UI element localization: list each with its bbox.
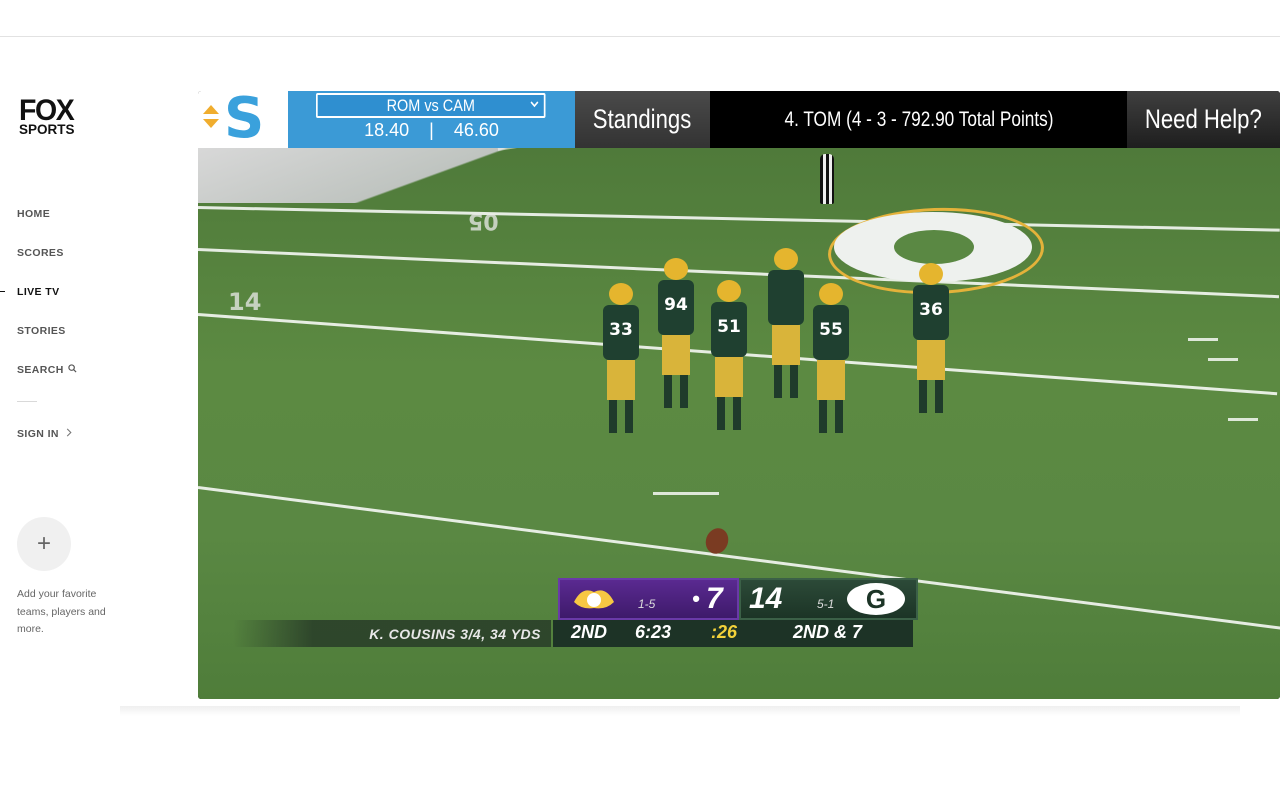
hash-mark bbox=[1188, 338, 1218, 341]
nav-scores[interactable]: SCORES bbox=[17, 233, 77, 272]
nav-home-label: HOME bbox=[17, 207, 51, 220]
standings-label: Standings bbox=[593, 104, 692, 134]
need-help-label: Need Help? bbox=[1145, 104, 1262, 134]
nav-live-tv[interactable]: LIVE TV bbox=[0, 272, 77, 311]
add-favorites-text: Add your favorite teams, players and mor… bbox=[17, 588, 106, 635]
top-bar bbox=[0, 0, 1280, 37]
matchup-panel: ROM vs CAM 18.40 | 46.60 bbox=[288, 91, 575, 148]
nav-search[interactable]: SEARCH bbox=[17, 350, 77, 389]
fox-sports-logo[interactable]: FOX SPORTS bbox=[19, 96, 89, 137]
team-status: 4. TOM (4 - 3 - 792.90 Total Points) bbox=[710, 91, 1127, 148]
extension-logo[interactable]: S bbox=[198, 91, 288, 151]
stat-line: K. COUSINS 3/4, 34 YDS bbox=[233, 620, 551, 647]
nav-live-tv-label: LIVE TV bbox=[17, 285, 60, 298]
logo-line1: FOX bbox=[19, 94, 75, 127]
extension-s-logo-icon: S bbox=[224, 91, 265, 151]
nav-home[interactable]: HOME bbox=[17, 194, 77, 233]
player bbox=[768, 248, 804, 398]
nav-divider bbox=[17, 401, 37, 402]
chevron-down-icon bbox=[530, 97, 539, 111]
need-help-button[interactable]: Need Help? bbox=[1127, 91, 1280, 148]
player: 55 bbox=[813, 283, 849, 433]
quarter: 2ND bbox=[571, 622, 608, 642]
video-player[interactable]: S ROM vs CAM 18.40 | 46.60 Standings 4. … bbox=[198, 91, 1280, 699]
visitor-record: 1-5 bbox=[638, 597, 656, 611]
home-score: 14 bbox=[749, 582, 783, 615]
scorebug: 1-5 • 7 14 5-1 G bbox=[558, 578, 918, 620]
game-clock: 6:23 bbox=[635, 622, 672, 642]
matchup-label: ROM vs CAM bbox=[386, 95, 475, 115]
player: 51 bbox=[711, 280, 747, 430]
yard-line bbox=[198, 206, 1280, 232]
hash-mark bbox=[653, 492, 719, 495]
nav-sign-in-label: SIGN IN bbox=[17, 427, 59, 440]
hash-mark bbox=[1208, 358, 1238, 361]
main-nav: HOME SCORES LIVE TV STORIES SEARCH SIGN … bbox=[0, 194, 77, 453]
player-shadow bbox=[120, 706, 1240, 716]
matchup-score-right: 46.60 bbox=[453, 120, 499, 140]
nav-sign-in[interactable]: SIGN IN bbox=[17, 414, 77, 453]
sidebar: FOX SPORTS HOME SCORES LIVE TV STORIES S… bbox=[0, 36, 196, 716]
home-panel: 14 5-1 G bbox=[739, 578, 918, 620]
player: 36 bbox=[913, 263, 949, 413]
matchup-select[interactable]: ROM vs CAM bbox=[316, 93, 546, 118]
search-icon bbox=[68, 363, 77, 376]
nav-scores-label: SCORES bbox=[17, 246, 64, 259]
plus-icon: + bbox=[36, 530, 51, 557]
visitor-score: 7 bbox=[706, 582, 723, 615]
team-status-text: 4. TOM (4 - 3 - 792.90 Total Points) bbox=[784, 107, 1053, 131]
player: 94 bbox=[658, 258, 694, 408]
referee bbox=[820, 154, 834, 204]
play-clock: :26 bbox=[711, 622, 738, 642]
hash-mark bbox=[1228, 418, 1258, 421]
nav-stories[interactable]: STORIES bbox=[17, 311, 77, 350]
fantasy-extension-bar: S ROM vs CAM 18.40 | 46.60 Standings 4. … bbox=[198, 91, 1280, 151]
standings-button[interactable]: Standings bbox=[575, 91, 710, 148]
vikings-logo-icon bbox=[568, 584, 620, 614]
scorebug-lower: K. COUSINS 3/4, 34 YDS 2ND 6:23 :26 2ND … bbox=[233, 620, 913, 647]
matchup-score-left: 18.40 bbox=[364, 120, 410, 140]
possession-dot: • bbox=[692, 586, 700, 611]
packers-logo-icon: G bbox=[845, 583, 907, 615]
nav-stories-label: STORIES bbox=[17, 324, 66, 337]
home-record: 5-1 bbox=[817, 597, 835, 611]
matchup-score-divider: | bbox=[429, 120, 434, 140]
yard-number: 05 bbox=[468, 208, 499, 233]
matchup-scores: 18.40 | 46.60 bbox=[288, 120, 575, 141]
player-huddle: 33 94 51 55 36 bbox=[583, 238, 949, 488]
swap-arrows-icon[interactable] bbox=[203, 105, 219, 128]
yard-number: 14 bbox=[228, 288, 262, 316]
down-and-distance: 2ND & 7 bbox=[793, 622, 863, 642]
sideline bbox=[497, 148, 1190, 151]
player: 33 bbox=[603, 283, 639, 433]
visitor-panel: 1-5 • 7 bbox=[558, 578, 739, 620]
game-clock-bar: 2ND 6:23 :26 2ND & 7 bbox=[553, 620, 913, 647]
nav-search-label: SEARCH bbox=[17, 363, 64, 376]
chevron-right-icon bbox=[66, 428, 72, 440]
add-favorites-button[interactable]: + bbox=[17, 517, 71, 571]
sideline-stands bbox=[198, 148, 558, 203]
